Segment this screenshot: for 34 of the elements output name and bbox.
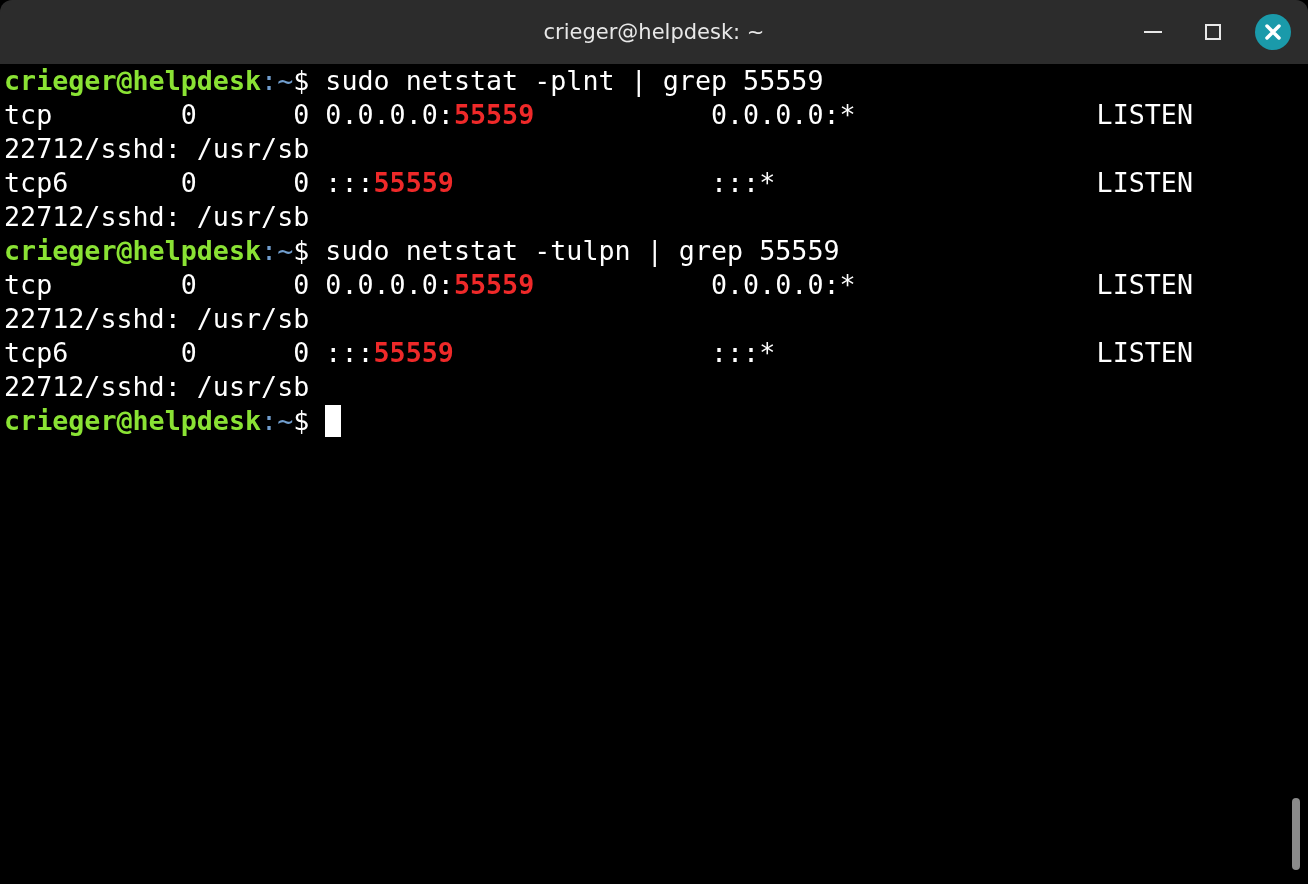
terminal-text: 22712/sshd: /usr/sb	[4, 302, 310, 336]
terminal-text: 0.0.0.0:* LISTEN	[709, 98, 1193, 132]
port-highlight: 55559	[453, 268, 535, 302]
terminal-text: $	[293, 404, 311, 438]
terminal-text: :::* LISTEN	[709, 336, 1193, 370]
command-text: sudo netstat -tulpn | grep 55559	[325, 234, 840, 268]
terminal-text: $	[293, 234, 311, 268]
port-highlight: 55559	[453, 98, 535, 132]
prompt-user: crieger@helpdesk	[4, 234, 262, 268]
terminal-text: 22712/sshd: /usr/sb	[4, 370, 310, 404]
prompt-path: :~	[261, 64, 294, 98]
terminal-text: 22712/sshd: /usr/sb	[4, 200, 310, 234]
terminal-text: $	[293, 64, 311, 98]
maximize-icon	[1205, 24, 1221, 40]
terminal-text: 22712/sshd: /usr/sb	[4, 132, 310, 166]
scrollbar-thumb[interactable]	[1292, 798, 1300, 870]
terminal-text: tcp 0 0 0.0.0.0:	[4, 268, 454, 302]
terminal-text: 0.0.0.0:* LISTEN	[709, 268, 1193, 302]
prompt-user: crieger@helpdesk	[4, 404, 262, 438]
terminal-text: tcp6 0 0 :::	[4, 166, 374, 200]
prompt-path: :~	[261, 404, 294, 438]
close-icon	[1265, 24, 1281, 40]
command-text: sudo netstat -plnt | grep 55559	[325, 64, 824, 98]
port-highlight: 55559	[373, 166, 454, 200]
close-button[interactable]	[1255, 14, 1291, 50]
prompt-path: :~	[261, 234, 294, 268]
minimize-icon	[1144, 30, 1162, 34]
port-highlight: 55559	[373, 336, 454, 370]
text-cursor	[325, 405, 342, 437]
terminal-text: tcp6 0 0 :::	[4, 336, 374, 370]
terminal-text: tcp 0 0 0.0.0.0:	[4, 98, 454, 132]
terminal-text: :::* LISTEN	[709, 166, 1193, 200]
prompt-user: crieger@helpdesk	[4, 64, 262, 98]
window-title: crieger@helpdesk: ~	[543, 20, 765, 44]
